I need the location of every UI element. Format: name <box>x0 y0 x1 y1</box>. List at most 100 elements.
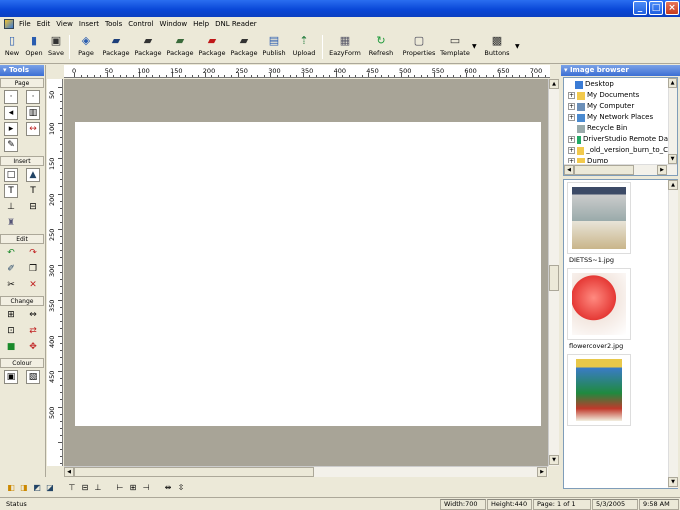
open-button[interactable]: ▮ Open <box>24 33 44 63</box>
pen-icon[interactable]: ✐ <box>4 262 18 276</box>
horizontal-scrollbar[interactable]: ◀ ▶ <box>64 466 548 477</box>
menu-dnl-reader[interactable]: DNL Reader <box>212 17 260 31</box>
page-next-icon[interactable]: ▸ <box>4 122 18 136</box>
image-thumbnail-list[interactable]: DIETSS~1.jpg flowercover2.jpg ▲ ▼ <box>563 179 678 489</box>
menu-control[interactable]: Control <box>125 17 156 31</box>
maximize-button[interactable]: □ <box>649 1 663 15</box>
tree-horizontal-scrollbar[interactable]: ◀ ▶ <box>564 164 677 175</box>
tool-group-insert[interactable]: Insert <box>0 156 44 166</box>
align-right-icon[interactable]: ⊣ <box>141 483 151 493</box>
folder-tree[interactable]: Desktop + My Documents + My Computer + My Netw… <box>563 77 678 176</box>
tree-item[interactable]: + DriverStudio Remote Da <box>566 134 668 145</box>
publish-button[interactable]: ▤ Publish <box>261 33 287 63</box>
tool-group-page[interactable]: Page <box>0 78 44 88</box>
move-icon[interactable]: ✥ <box>26 340 40 354</box>
copy-icon[interactable]: ❐ <box>26 262 40 276</box>
add-page-icon[interactable]: · <box>4 90 18 104</box>
backward-icon[interactable]: ◪ <box>45 483 55 493</box>
page-canvas[interactable] <box>75 122 541 426</box>
expand-icon[interactable] <box>566 81 573 88</box>
expand-icon[interactable]: + <box>568 92 575 99</box>
menu-view[interactable]: View <box>53 17 76 31</box>
insert-text-icon[interactable]: T <box>4 184 18 198</box>
scroll-right-button[interactable]: ▶ <box>657 165 667 175</box>
menu-tools[interactable]: Tools <box>102 17 125 31</box>
minimize-button[interactable]: _ <box>633 1 647 15</box>
expand-icon[interactable]: + <box>568 158 575 163</box>
resize-icon[interactable]: ⊞ <box>4 308 18 322</box>
image-thumbnail[interactable] <box>567 354 631 426</box>
image-browser-header[interactable]: ▾ Image browser <box>561 65 680 76</box>
insert-box-icon[interactable]: □ <box>4 168 18 182</box>
tree-item[interactable]: + My Documents <box>566 90 668 101</box>
page-edit-icon[interactable]: ✎ <box>4 138 18 152</box>
tree-scroll-thumb[interactable] <box>574 165 634 175</box>
distribute-horizontal-icon[interactable]: ⇹ <box>163 483 173 493</box>
image-thumbnail[interactable] <box>567 268 631 340</box>
menu-help[interactable]: Help <box>190 17 212 31</box>
page-back-icon[interactable]: ◂ <box>4 106 18 120</box>
vertical-scroll-thumb[interactable] <box>549 265 559 291</box>
upload-button[interactable]: ⇡ Upload <box>291 33 317 63</box>
eazyform-button[interactable]: ▦ EazyForm <box>327 33 363 63</box>
insert-text-wrap-icon[interactable]: ⊟ <box>26 200 40 214</box>
align-icon[interactable]: ⊡ <box>4 324 18 338</box>
expand-icon[interactable]: + <box>568 103 575 110</box>
save-button[interactable]: ▣ Save <box>46 33 66 63</box>
tree-item[interactable]: + My Computer <box>566 101 668 112</box>
insert-column-icon[interactable]: ⊥ <box>4 200 18 214</box>
remove-page-icon[interactable]: · <box>26 90 40 104</box>
colour-fill-icon[interactable]: ▣ <box>4 370 18 384</box>
align-top-icon[interactable]: ⊤ <box>67 483 77 493</box>
close-button[interactable]: × <box>665 1 679 15</box>
page-stack-icon[interactable]: ▥ <box>26 106 40 120</box>
scroll-left-button[interactable]: ◀ <box>564 165 574 175</box>
delete-icon[interactable]: ✕ <box>26 278 40 292</box>
package-button-5[interactable]: ▰ Package <box>229 33 259 63</box>
tree-item[interactable]: + Dump <box>566 156 668 163</box>
scroll-up-button[interactable]: ▲ <box>668 180 678 190</box>
tree-vertical-scrollbar[interactable]: ▲ ▼ <box>668 78 677 164</box>
scroll-left-button[interactable]: ◀ <box>64 467 74 477</box>
page-button[interactable]: ◈ Page <box>74 33 98 63</box>
tree-item[interactable]: + My Network Places <box>566 112 668 123</box>
tool-group-colour[interactable]: Colour <box>0 358 44 368</box>
scroll-up-button[interactable]: ▲ <box>668 78 677 88</box>
tree-item[interactable]: Desktop <box>566 79 668 90</box>
cut-icon[interactable]: ✂ <box>4 278 18 292</box>
insert-text-frame-icon[interactable]: T <box>26 184 40 198</box>
menu-insert[interactable]: Insert <box>76 17 102 31</box>
forward-icon[interactable]: ◩ <box>32 483 42 493</box>
flip-icon[interactable]: ⇄ <box>26 324 40 338</box>
chevron-down-icon[interactable]: ▼ <box>515 43 520 50</box>
colour-pattern-icon[interactable]: ▧ <box>26 370 40 384</box>
scroll-up-button[interactable]: ▲ <box>549 79 559 89</box>
expand-icon[interactable]: + <box>568 114 575 121</box>
package-button-1[interactable]: ▰ Package <box>101 33 131 63</box>
bring-front-icon[interactable]: ◧ <box>6 483 16 493</box>
thumbnail-scrollbar[interactable]: ▲ ▼ <box>668 180 678 488</box>
app-icon[interactable] <box>4 19 14 29</box>
horizontal-scroll-thumb[interactable] <box>74 467 314 477</box>
buttons-button[interactable]: ▩ Buttons <box>482 33 512 63</box>
scroll-right-button[interactable]: ▶ <box>537 467 547 477</box>
expand-icon[interactable]: + <box>568 136 575 143</box>
send-back-icon[interactable]: ◨ <box>19 483 29 493</box>
insert-image-icon[interactable]: ▲ <box>26 168 40 182</box>
tool-group-edit[interactable]: Edit <box>0 234 44 244</box>
link-icon[interactable]: ⇔ <box>26 308 40 322</box>
distribute-vertical-icon[interactable]: ⇳ <box>176 483 186 493</box>
align-center-icon[interactable]: ⊞ <box>128 483 138 493</box>
align-left-icon[interactable]: ⊢ <box>115 483 125 493</box>
vertical-scrollbar[interactable]: ▲ ▼ <box>548 79 559 466</box>
refresh-button[interactable]: ↻ Refresh <box>366 33 396 63</box>
properties-button[interactable]: ▢ Properties <box>400 33 438 63</box>
menu-file[interactable]: File <box>16 17 34 31</box>
package-button-4[interactable]: ▰ Package <box>197 33 227 63</box>
scroll-down-button[interactable]: ▼ <box>549 455 559 465</box>
new-button[interactable]: ▯ New <box>2 33 22 63</box>
fill-green-icon[interactable]: ■ <box>4 340 18 354</box>
scroll-down-button[interactable]: ▼ <box>668 154 677 164</box>
expand-icon[interactable]: + <box>568 147 575 154</box>
align-middle-icon[interactable]: ⊟ <box>80 483 90 493</box>
